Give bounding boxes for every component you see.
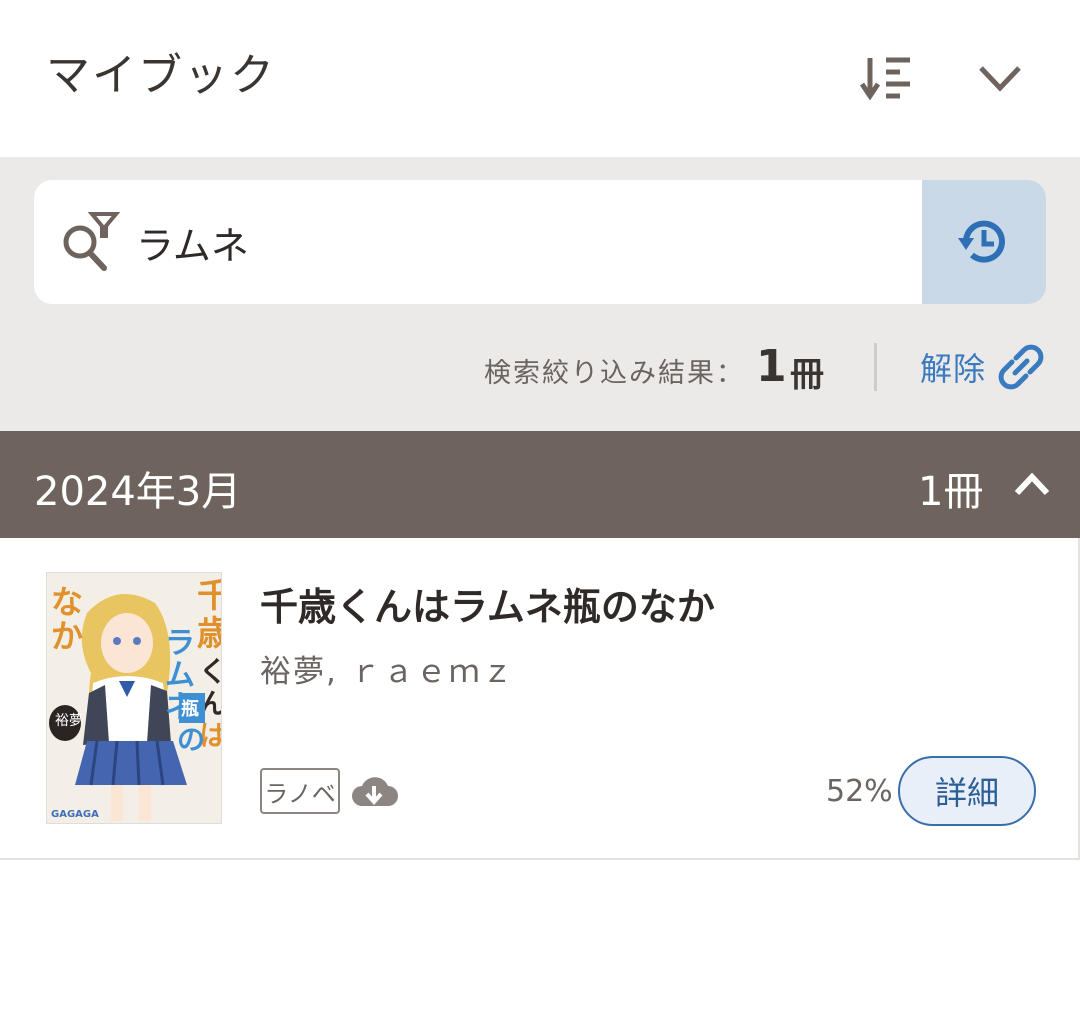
cover-illustration: 千 歳 く ん は ラ ム ネ 瓶 の な か 裕夢 GAGAGA — [47, 573, 222, 823]
divider — [874, 343, 877, 391]
section-month: 2024年3月 — [34, 469, 242, 515]
reading-progress: 52% — [826, 774, 893, 809]
page-title: マイブック — [46, 50, 276, 101]
svg-text:ム: ム — [165, 658, 195, 693]
unlink-icon — [998, 344, 1044, 390]
filter-result-row: 検索絞り込み結果： 1 冊 解除 — [0, 339, 1080, 399]
app-header: マイブック — [0, 0, 1080, 157]
search-history-button[interactable] — [922, 180, 1046, 304]
book-title[interactable]: 千歳くんはラムネ瓶のなか — [260, 576, 715, 631]
book-cover[interactable]: 千 歳 く ん は ラ ム ネ 瓶 の な か 裕夢 GAGAGA — [46, 572, 222, 824]
genre-tag: ラノベ — [260, 768, 340, 814]
check-icon — [979, 66, 1021, 92]
select-button[interactable] — [968, 46, 1032, 110]
result-count: 1 — [756, 341, 787, 392]
result-label: 検索絞り込み結果： — [484, 358, 745, 389]
search-box — [34, 180, 1046, 304]
svg-text:の: の — [177, 723, 205, 756]
detail-button[interactable]: 詳細 — [898, 756, 1036, 826]
search-filter-icon — [63, 212, 121, 271]
chevron-up-icon — [1014, 472, 1050, 496]
svg-text:ラ: ラ — [165, 626, 195, 661]
sort-icon — [860, 57, 910, 101]
svg-text:く: く — [199, 655, 222, 688]
clear-label: 解除 — [920, 350, 987, 388]
section-count: 1冊 — [918, 469, 984, 515]
svg-text:な: な — [51, 583, 83, 621]
svg-text:GAGAGA: GAGAGA — [51, 809, 99, 820]
sort-button[interactable] — [854, 46, 918, 110]
book-author: 裕夢, ｒａｅｍｚ — [260, 654, 515, 690]
search-input[interactable] — [136, 208, 896, 276]
book-list-item[interactable]: 千 歳 く ん は ラ ム ネ 瓶 の な か 裕夢 GAGAGA 千歳くんはラ… — [0, 538, 1080, 860]
cloud-download-icon[interactable] — [350, 772, 398, 812]
clear-filter-button[interactable]: 解除 — [920, 339, 1044, 395]
svg-text:裕夢: 裕夢 — [55, 713, 83, 729]
month-section-header[interactable]: 2024年3月 1冊 — [0, 431, 1080, 538]
svg-text:か: か — [51, 617, 83, 655]
result-unit: 冊 — [790, 355, 824, 395]
svg-text:歳: 歳 — [197, 614, 222, 654]
svg-text:千: 千 — [197, 576, 222, 616]
search-area: 検索絞り込み結果： 1 冊 解除 — [0, 157, 1080, 431]
svg-text:瓶: 瓶 — [181, 699, 199, 720]
history-icon — [958, 220, 1005, 263]
